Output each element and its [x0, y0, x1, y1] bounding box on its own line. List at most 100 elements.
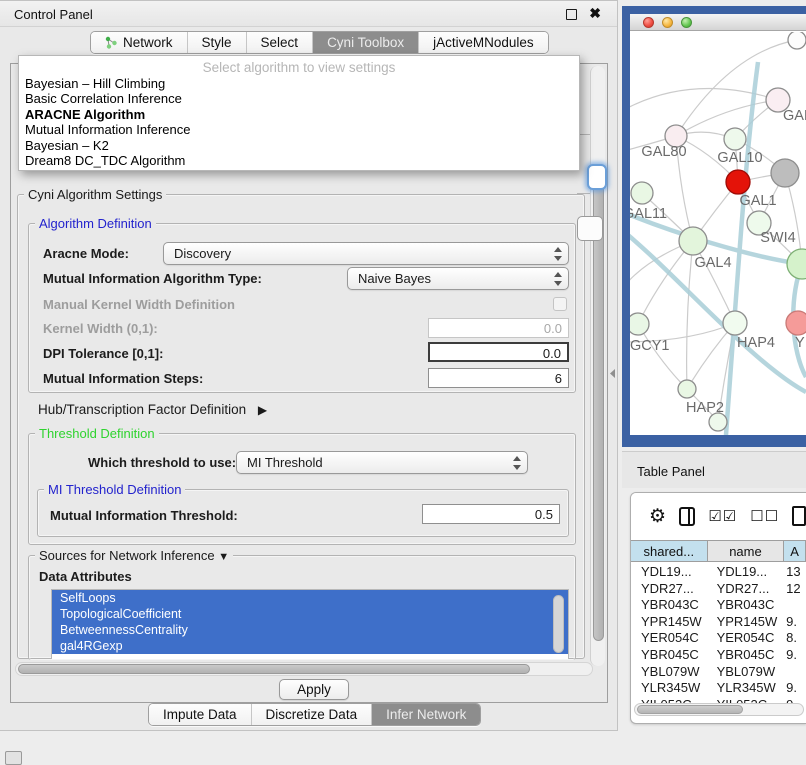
collapse-down-icon[interactable]: ▼: [218, 551, 229, 563]
tab-cyni-toolbox[interactable]: Cyni Toolbox: [313, 32, 419, 53]
mi-algorithm-type-label: Mutual Information Algorithm Type:: [43, 271, 262, 286]
tab-discretize-data-label: Discretize Data: [266, 707, 358, 722]
network-node-hap4[interactable]: [723, 311, 747, 335]
tab-select[interactable]: Select: [247, 32, 314, 53]
network-node[interactable]: [788, 32, 806, 49]
tab-cyni-toolbox-label: Cyni Toolbox: [327, 35, 404, 50]
cell: 13: [786, 563, 806, 580]
kernel-width-field[interactable]: 0.0: [428, 318, 569, 338]
network-node-swi4[interactable]: [787, 249, 806, 279]
algorithm-option[interactable]: Dream8 DC_TDC Algorithm: [19, 153, 579, 168]
tab-network[interactable]: Network: [91, 32, 188, 53]
list-scrollbar-thumb[interactable]: [553, 595, 564, 653]
list-item[interactable]: BetweennessCentrality: [52, 622, 568, 638]
columns-icon[interactable]: [679, 507, 695, 526]
cell: 12: [786, 580, 806, 597]
network-node-gal11[interactable]: [631, 182, 653, 204]
cell: YBL079W: [631, 663, 709, 680]
network-node-hap2[interactable]: [678, 380, 696, 398]
cyni-algorithm-settings-title: Cyni Algorithm Settings: [24, 187, 166, 202]
table-row[interactable]: YBR043CYBR043C: [631, 596, 806, 613]
float-window-icon[interactable]: [566, 9, 577, 20]
table-row[interactable]: YIL052CYIL052C9: [631, 696, 806, 703]
mi-steps-field[interactable]: 6: [428, 368, 569, 388]
which-threshold-combobox[interactable]: MI Threshold: [236, 451, 528, 474]
network-node-gcy1[interactable]: [630, 313, 649, 335]
network-node-gal4[interactable]: [679, 227, 707, 255]
which-threshold-value: MI Threshold: [247, 455, 323, 470]
settings-vertical-scrollbar[interactable]: [590, 66, 605, 666]
network-icon: [105, 36, 118, 49]
scrollbar-thumb[interactable]: [593, 176, 604, 641]
algorithm-option-selected[interactable]: ARACNE Algorithm: [19, 107, 579, 122]
network-node[interactable]: [786, 311, 806, 335]
tab-jactivemnodules[interactable]: jActiveMNodules: [419, 32, 548, 53]
expand-right-icon: ▶: [258, 403, 267, 417]
column-header-partial[interactable]: A: [784, 541, 806, 561]
hub-definition-expander[interactable]: Hub/Transcription Factor Definition ▶: [38, 402, 267, 417]
deselect-all-checkboxes-icon[interactable]: ☐☐: [750, 507, 779, 525]
table-horizontal-scrollbar[interactable]: [634, 703, 804, 716]
bottom-corner-icon[interactable]: [5, 751, 22, 765]
mi-algorithm-type-combobox[interactable]: Naive Bayes: [347, 267, 569, 290]
cell: YDL19...: [631, 563, 709, 580]
list-item[interactable]: TopologicalCoefficient: [52, 606, 568, 622]
network-node[interactable]: [771, 159, 799, 187]
network-node-red[interactable]: [726, 170, 750, 194]
algorithm-option[interactable]: Mutual Information Inference: [19, 122, 579, 137]
algorithm-option[interactable]: Basic Correlation Inference: [19, 91, 579, 106]
column-header-shared-name[interactable]: shared...: [631, 541, 708, 561]
tab-impute-data[interactable]: Impute Data: [149, 704, 252, 725]
tab-jactivemnodules-label: jActiveMNodules: [433, 35, 534, 50]
column-header-name[interactable]: name: [708, 541, 785, 561]
close-icon[interactable]: ✖: [589, 5, 601, 22]
zoom-traffic-light-icon[interactable]: [681, 17, 692, 28]
scrollbar-thumb[interactable]: [18, 664, 530, 674]
mi-threshold-definition-title: MI Threshold Definition: [44, 482, 185, 497]
dpi-tolerance-label: DPI Tolerance [0,1]:: [43, 346, 163, 361]
cell: YDR27...: [631, 580, 709, 597]
settings-horizontal-scrollbar[interactable]: [15, 662, 593, 676]
mi-steps-label: Mutual Information Steps:: [43, 371, 203, 386]
cell: YBR045C: [631, 646, 709, 663]
algorithm-option[interactable]: Bayesian – K2: [19, 138, 579, 153]
list-item[interactable]: SelfLoops: [52, 590, 568, 606]
network-node-gal10[interactable]: [724, 128, 746, 150]
table-row[interactable]: YDL19...YDL19...13: [631, 563, 806, 580]
which-threshold-label: Which threshold to use:: [88, 455, 236, 470]
gear-icon[interactable]: ⚙: [649, 507, 666, 526]
table-row[interactable]: YPR145WYPR145W9.: [631, 613, 806, 630]
minimize-traffic-light-icon[interactable]: [662, 17, 673, 28]
manual-kernel-width-checkbox[interactable]: [553, 297, 567, 311]
data-attributes-list[interactable]: SelfLoops TopologicalCoefficient Between…: [51, 589, 569, 659]
table-row[interactable]: YER054CYER054C8.: [631, 629, 806, 646]
aracne-mode-combobox[interactable]: Discovery: [163, 242, 569, 265]
list-item[interactable]: gal4RGexp: [52, 638, 568, 654]
tab-discretize-data[interactable]: Discretize Data: [252, 704, 373, 725]
cell: YPR145W: [709, 613, 787, 630]
mi-threshold-field[interactable]: 0.5: [422, 504, 560, 524]
select-all-checkboxes-icon[interactable]: ☑☑: [708, 507, 737, 525]
network-canvas[interactable]: GAL GAL80 GAL10 GAL11 GAL1 SWI4 GAL4 GCY…: [630, 32, 806, 435]
tab-infer-network[interactable]: Infer Network: [372, 704, 480, 725]
node-label: GAL11: [630, 206, 667, 222]
algorithm-dropdown-popup: Select algorithm to view settings Bayesi…: [18, 55, 580, 171]
tab-infer-network-label: Infer Network: [386, 707, 466, 722]
algorithm-option[interactable]: Bayesian – Hill Climbing: [19, 76, 579, 91]
table-row[interactable]: YLR345WYLR345W9.: [631, 679, 806, 696]
table-body: YDL19...YDL19...13 YDR27...YDR27...12 YB…: [631, 563, 806, 703]
apply-button[interactable]: Apply: [279, 679, 349, 700]
algorithm-placeholder: Select algorithm to view settings: [19, 56, 579, 76]
table-row[interactable]: YDR27...YDR27...12: [631, 580, 806, 597]
dpi-tolerance-field[interactable]: 0.0: [428, 342, 569, 362]
tab-style[interactable]: Style: [188, 32, 247, 53]
close-traffic-light-icon[interactable]: [643, 17, 654, 28]
cell: 9.: [786, 613, 806, 630]
scrollbar-thumb[interactable]: [637, 705, 743, 714]
hub-definition-label: Hub/Transcription Factor Definition: [38, 402, 246, 417]
control-panel-title: Control Panel: [14, 7, 93, 22]
cell: [786, 596, 806, 613]
table-row[interactable]: YBR045CYBR045C9.: [631, 646, 806, 663]
table-row[interactable]: YBL079WYBL079W: [631, 663, 806, 680]
new-table-icon[interactable]: [792, 506, 806, 526]
